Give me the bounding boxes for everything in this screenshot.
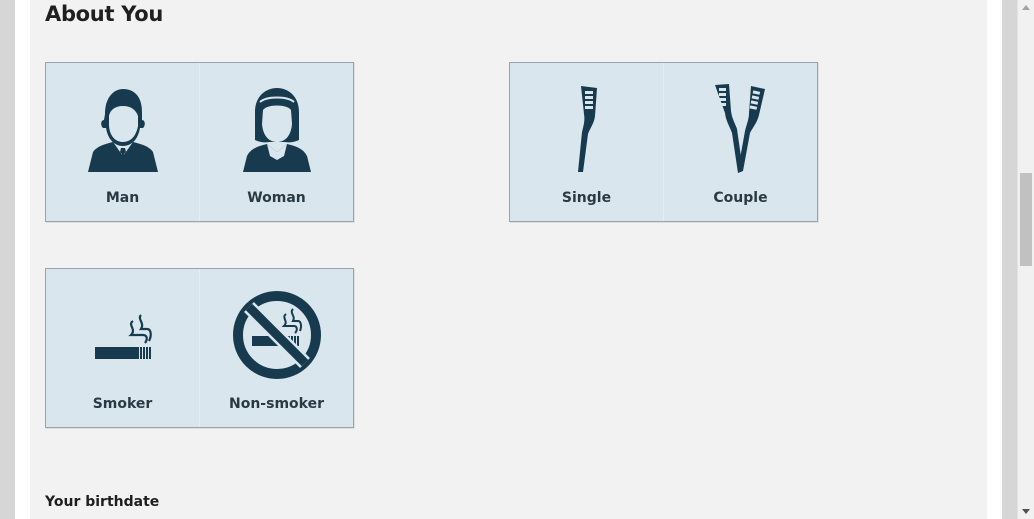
option-non-smoker[interactable]: Non-smoker (199, 269, 353, 427)
cigarette-icon (46, 289, 199, 381)
option-single[interactable]: Single (510, 63, 663, 221)
page-left-margin (15, 0, 30, 519)
scrollbar-thumb[interactable] (1020, 173, 1032, 266)
woman-icon (200, 83, 353, 175)
option-smoker-label: Smoker (92, 396, 153, 412)
option-woman[interactable]: Woman (199, 63, 353, 221)
option-woman-label: Woman (247, 190, 306, 206)
single-toothbrush-icon (510, 83, 663, 175)
two-toothbrushes-icon (664, 83, 817, 175)
option-man-label: Man (105, 190, 140, 206)
scroll-up-arrow-icon[interactable] (1022, 5, 1030, 10)
no-smoking-icon (200, 289, 353, 381)
option-single-label: Single (561, 190, 612, 206)
gender-option-group: Man Woman (45, 62, 354, 222)
vertical-scrollbar[interactable] (1017, 0, 1034, 519)
window-left-edge (0, 0, 15, 519)
about-you-section: About You Man Woman Single Couple Smoker… (30, 0, 987, 519)
option-smoker[interactable]: Smoker (46, 269, 199, 427)
man-icon (46, 83, 199, 175)
page-right-margin (987, 0, 1002, 519)
smoking-option-group: Smoker Non-smoker (45, 268, 354, 428)
window-right-edge (1002, 0, 1017, 519)
option-couple-label: Couple (713, 190, 768, 206)
option-man[interactable]: Man (46, 63, 199, 221)
option-non-smoker-label: Non-smoker (229, 396, 324, 412)
household-option-group: Single Couple (509, 62, 818, 222)
birthdate-label: Your birthdate (45, 494, 160, 510)
scroll-down-arrow-icon[interactable] (1022, 509, 1030, 514)
option-couple[interactable]: Couple (663, 63, 817, 221)
section-title: About You (45, 2, 163, 26)
